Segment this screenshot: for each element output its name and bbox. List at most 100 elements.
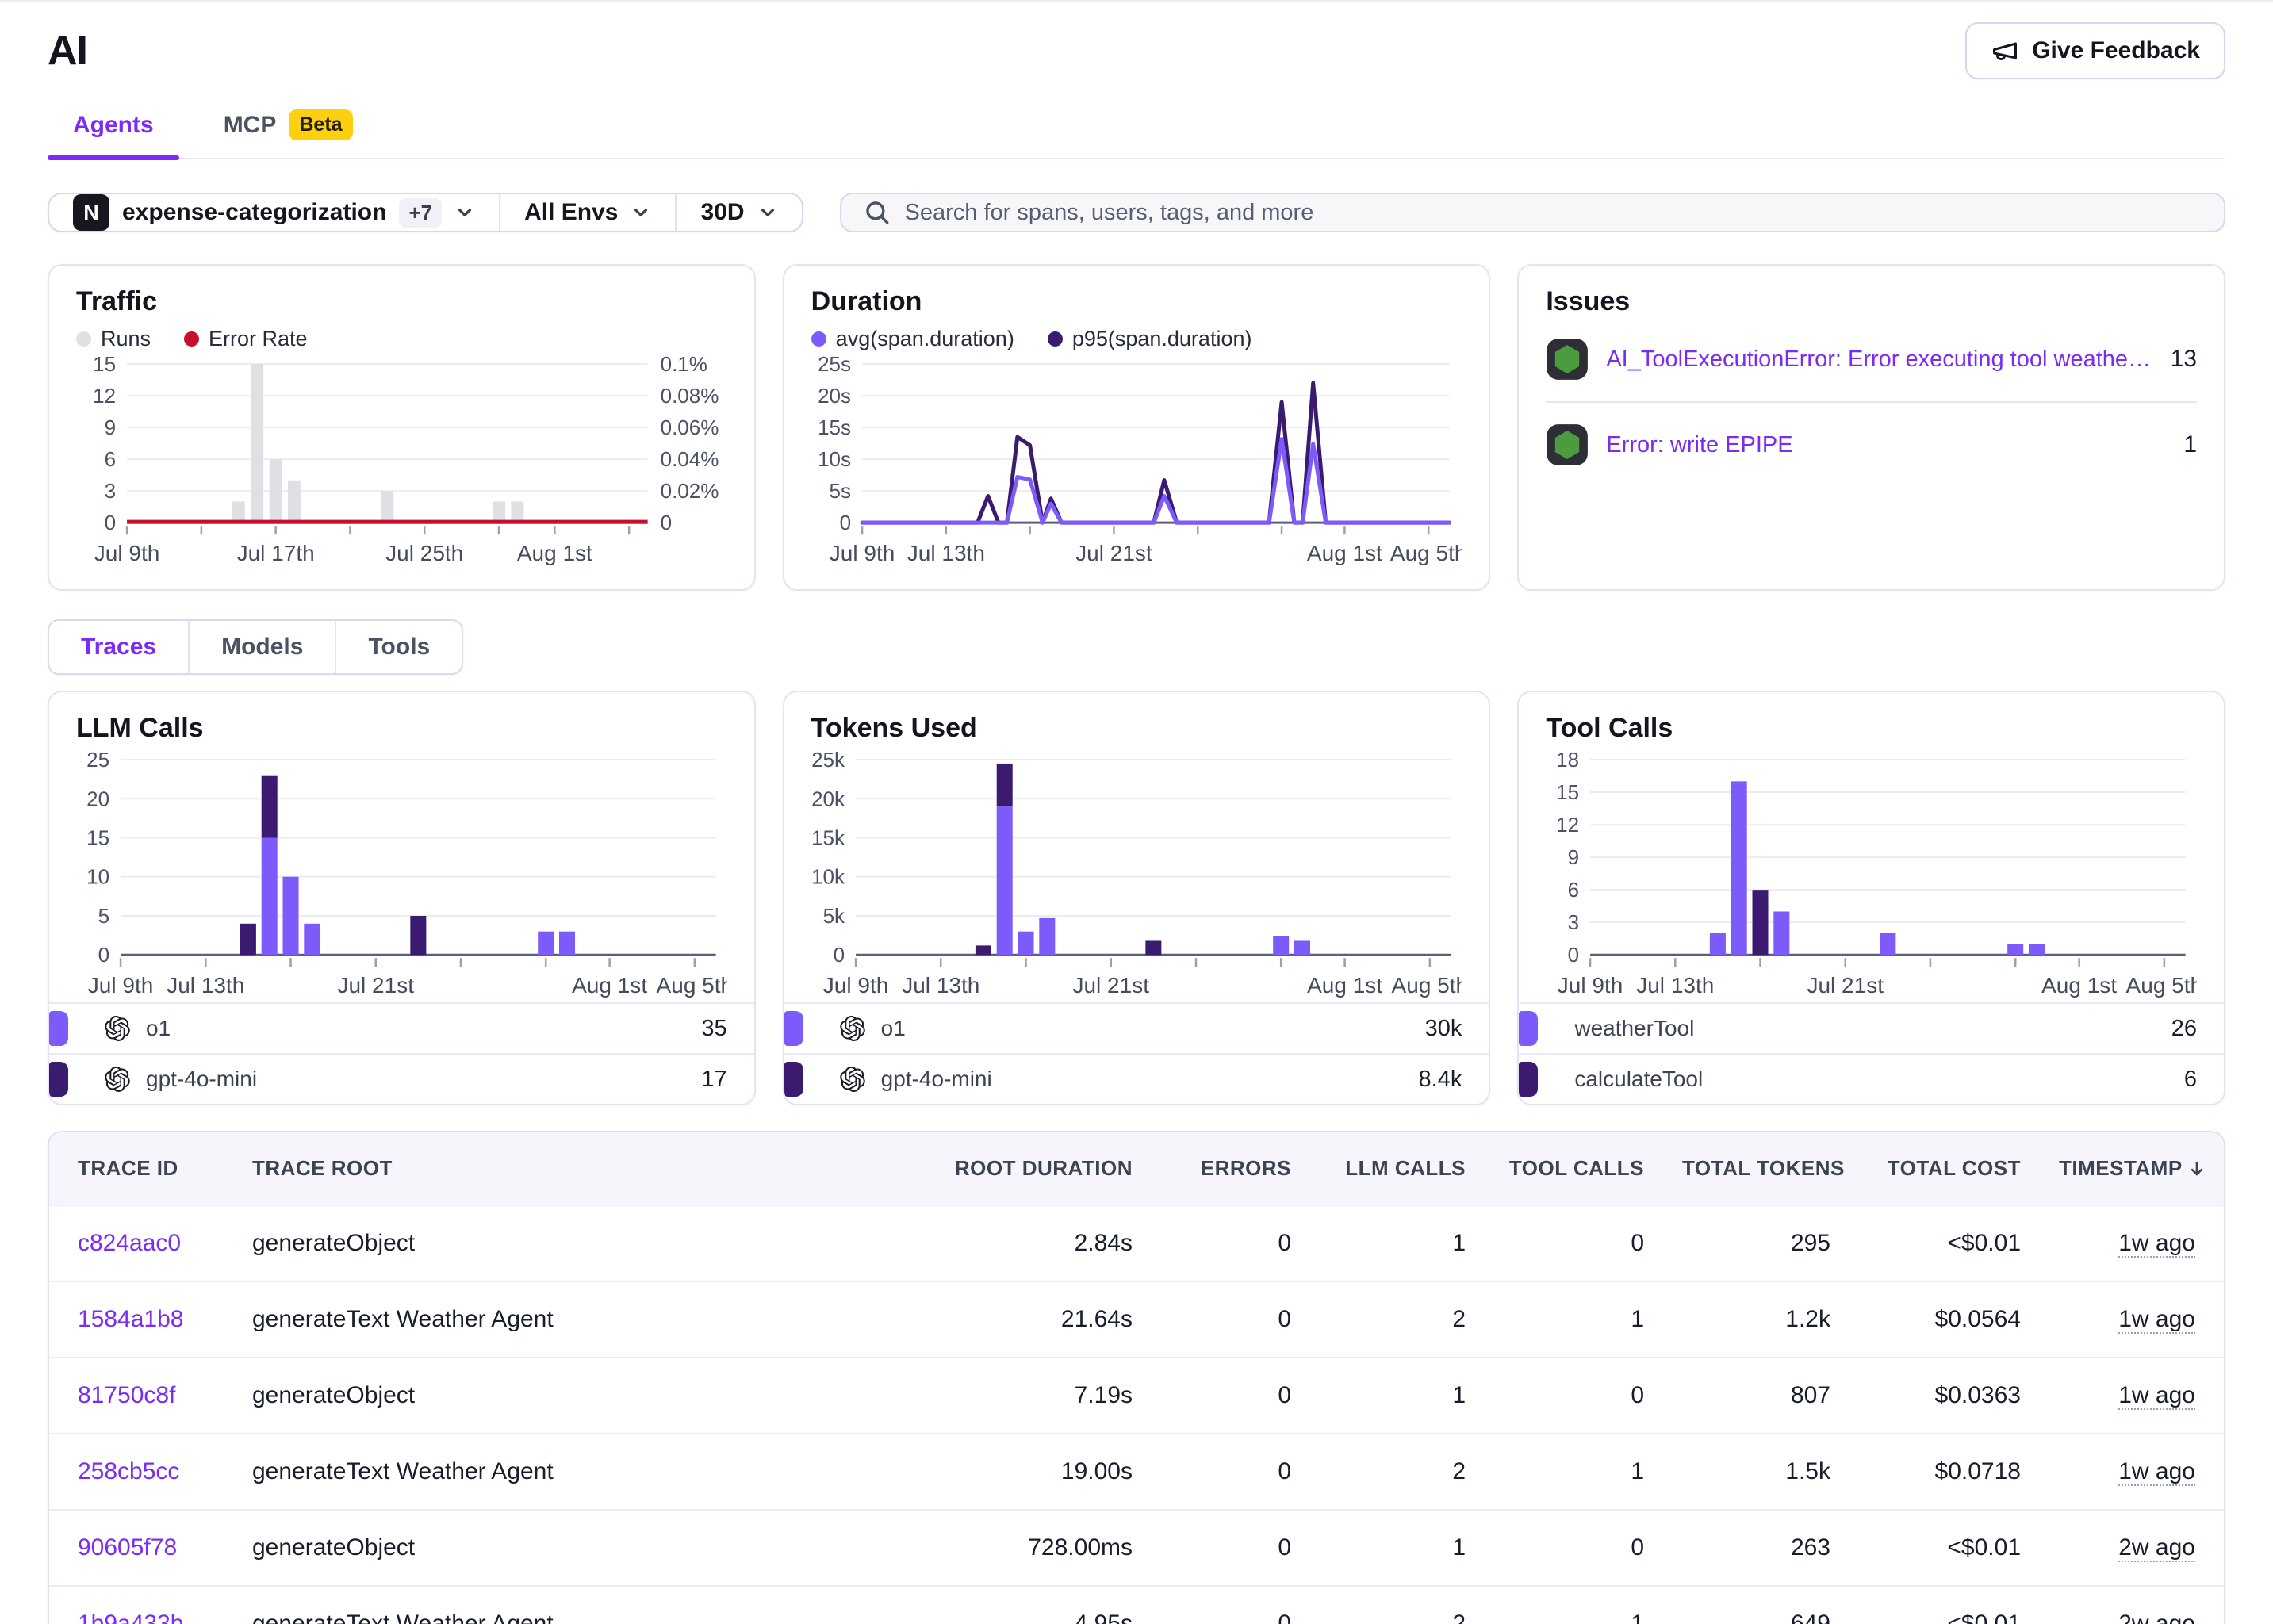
svg-text:Jul 21st: Jul 21st <box>1072 973 1149 998</box>
timestamp: 1w ago <box>2118 1382 2195 1408</box>
total-cost-cell: <$0.01 <box>1849 1510 2040 1586</box>
svg-text:0: 0 <box>839 511 850 534</box>
table-row[interactable]: 81750c8fgenerateObject7.19s010807$0.0363… <box>49 1358 2225 1434</box>
col-trace-id[interactable]: TRACE ID <box>49 1132 233 1205</box>
tool-calls-card: Tool Calls 0369121518Jul 9thJul 13thJul … <box>1517 691 2225 1105</box>
legend-item-p95-duration[interactable]: p95(span.duration) <box>1048 327 1252 351</box>
series-label: weatherTool <box>1574 1016 1694 1041</box>
table-row[interactable]: c824aac0generateObject2.84s010295<$0.011… <box>49 1205 2225 1281</box>
svg-text:9: 9 <box>1568 845 1579 869</box>
svg-text:0: 0 <box>98 943 109 967</box>
trace-id-link[interactable]: 90605f78 <box>78 1534 177 1561</box>
svg-text:18: 18 <box>1556 749 1579 772</box>
table-row[interactable]: 1b9a433bgenerateText Weather Agent4.95s0… <box>49 1586 2225 1624</box>
tool-calls-cell: 0 <box>1485 1205 1663 1281</box>
svg-text:20k: 20k <box>811 787 845 810</box>
traffic-chart: 0030.02%60.04%90.06%120.08%150.1%Jul 9th… <box>76 356 727 569</box>
total-tokens-cell: 649 <box>1663 1586 1849 1624</box>
col-total-cost[interactable]: TOTAL COST <box>1849 1132 2040 1205</box>
tokens-used-totals: o130kgpt-4o-mini8.4k <box>811 1002 1462 1104</box>
issue-link[interactable]: AI_ToolExecutionError: Error executing t… <box>1606 347 2152 373</box>
svg-text:12: 12 <box>1556 813 1579 837</box>
svg-text:0: 0 <box>1568 943 1579 967</box>
tab-mcp[interactable]: MCP Beta <box>198 98 378 158</box>
llm-calls-cell: 1 <box>1310 1205 1485 1281</box>
tab-tools[interactable]: Tools <box>335 621 462 673</box>
tab-agents[interactable]: Agents <box>48 98 179 158</box>
tool-calls-cell: 0 <box>1485 1510 1663 1586</box>
col-trace-root[interactable]: TRACE ROOT <box>233 1132 882 1205</box>
svg-text:Aug 1st: Aug 1st <box>1307 973 1382 998</box>
legend-avg-label: avg(span.duration) <box>836 327 1014 351</box>
total-cost-cell: $0.0718 <box>1849 1434 2040 1510</box>
project-filter-label: expense-categorization <box>122 199 386 226</box>
issue-count: 13 <box>2171 346 2197 373</box>
issue-link[interactable]: Error: write EPIPE <box>1606 432 2166 458</box>
series-total-row[interactable]: o135 <box>49 1002 754 1053</box>
legend-runs-label: Runs <box>101 327 151 351</box>
give-feedback-button[interactable]: Give Feedback <box>1965 22 2225 79</box>
trace-id-link[interactable]: 258cb5cc <box>78 1458 179 1484</box>
series-label: o1 <box>146 1016 171 1041</box>
table-row[interactable]: 1584a1b8generateText Weather Agent21.64s… <box>49 1281 2225 1358</box>
trace-id-link[interactable]: c824aac0 <box>78 1230 181 1256</box>
svg-text:Aug 5th: Aug 5th <box>1390 541 1462 565</box>
total-tokens-cell: 295 <box>1663 1205 1849 1281</box>
sort-desc-icon <box>2187 1159 2206 1178</box>
trace-id-link[interactable]: 81750c8f <box>78 1382 175 1408</box>
legend-item-error-rate[interactable]: Error Rate <box>184 327 308 351</box>
table-row[interactable]: 258cb5ccgenerateText Weather Agent19.00s… <box>49 1434 2225 1510</box>
legend-item-avg-duration[interactable]: avg(span.duration) <box>811 327 1014 351</box>
total-tokens-cell: 263 <box>1663 1510 1849 1586</box>
env-filter-dropdown[interactable]: All Envs <box>499 194 675 231</box>
col-root-duration[interactable]: ROOT DURATION <box>882 1132 1152 1205</box>
root-duration-cell: 7.19s <box>882 1358 1152 1434</box>
svg-text:Aug 5th: Aug 5th <box>1391 973 1462 998</box>
feedback-label: Give Feedback <box>2032 37 2200 64</box>
ai-dashboard-page: AI Give Feedback Agents MCP Beta N expen… <box>0 2 2273 1624</box>
issue-row[interactable]: AI_ToolExecutionError: Error executing t… <box>1546 317 2197 401</box>
col-timestamp[interactable]: TIMESTAMP <box>2040 1132 2225 1205</box>
trace-id-link[interactable]: 1b9a433b <box>78 1611 183 1624</box>
tab-models[interactable]: Models <box>188 621 335 673</box>
errors-cell: 0 <box>1152 1434 1310 1510</box>
issue-level-icon <box>1546 338 1589 381</box>
svg-text:0.08%: 0.08% <box>661 384 719 408</box>
issue-level-icon <box>1546 423 1589 466</box>
series-total-row[interactable]: gpt-4o-mini17 <box>49 1053 754 1104</box>
trace-id-link[interactable]: 1584a1b8 <box>78 1306 183 1332</box>
col-llm-calls[interactable]: LLM CALLS <box>1310 1132 1485 1205</box>
col-total-tokens[interactable]: TOTAL TOKENS <box>1663 1132 1849 1205</box>
duration-card: Duration avg(span.duration) p95(span.dur… <box>783 264 1491 591</box>
root-duration-cell: 4.95s <box>882 1586 1152 1624</box>
col-errors[interactable]: ERRORS <box>1152 1132 1310 1205</box>
svg-text:Aug 1st: Aug 1st <box>1307 541 1382 565</box>
tab-traces[interactable]: Traces <box>49 621 188 673</box>
issue-row[interactable]: Error: write EPIPE1 <box>1546 401 2197 487</box>
search-input[interactable] <box>905 200 2202 226</box>
legend-item-runs[interactable]: Runs <box>76 327 151 351</box>
series-total-row[interactable]: o130k <box>784 1002 1489 1053</box>
series-total-row[interactable]: weatherTool26 <box>1519 1002 2224 1053</box>
svg-text:3: 3 <box>105 479 116 503</box>
svg-text:12: 12 <box>93 384 116 408</box>
series-total-row[interactable]: calculateTool6 <box>1519 1053 2224 1104</box>
date-range-dropdown[interactable]: 30D <box>675 194 801 231</box>
tokens-used-title: Tokens Used <box>811 713 1462 744</box>
svg-text:Jul 21st: Jul 21st <box>1807 973 1884 998</box>
svg-text:15k: 15k <box>811 826 845 850</box>
search-box <box>840 193 2225 232</box>
svg-text:0.04%: 0.04% <box>661 447 719 471</box>
svg-text:Jul 21st: Jul 21st <box>337 973 414 998</box>
series-total-row[interactable]: gpt-4o-mini8.4k <box>784 1053 1489 1104</box>
svg-text:9: 9 <box>105 416 116 439</box>
series-value: 17 <box>701 1067 726 1093</box>
svg-text:20: 20 <box>86 787 109 810</box>
svg-text:Jul 9th: Jul 9th <box>822 973 888 998</box>
tool-calls-totals: weatherTool26calculateTool6 <box>1546 1002 2197 1104</box>
svg-text:0.06%: 0.06% <box>661 416 719 439</box>
openai-icon <box>105 1067 130 1092</box>
project-filter-dropdown[interactable]: N expense-categorization +7 <box>49 194 499 231</box>
table-row[interactable]: 90605f78generateObject728.00ms010263<$0.… <box>49 1510 2225 1586</box>
col-tool-calls[interactable]: TOOL CALLS <box>1485 1132 1663 1205</box>
